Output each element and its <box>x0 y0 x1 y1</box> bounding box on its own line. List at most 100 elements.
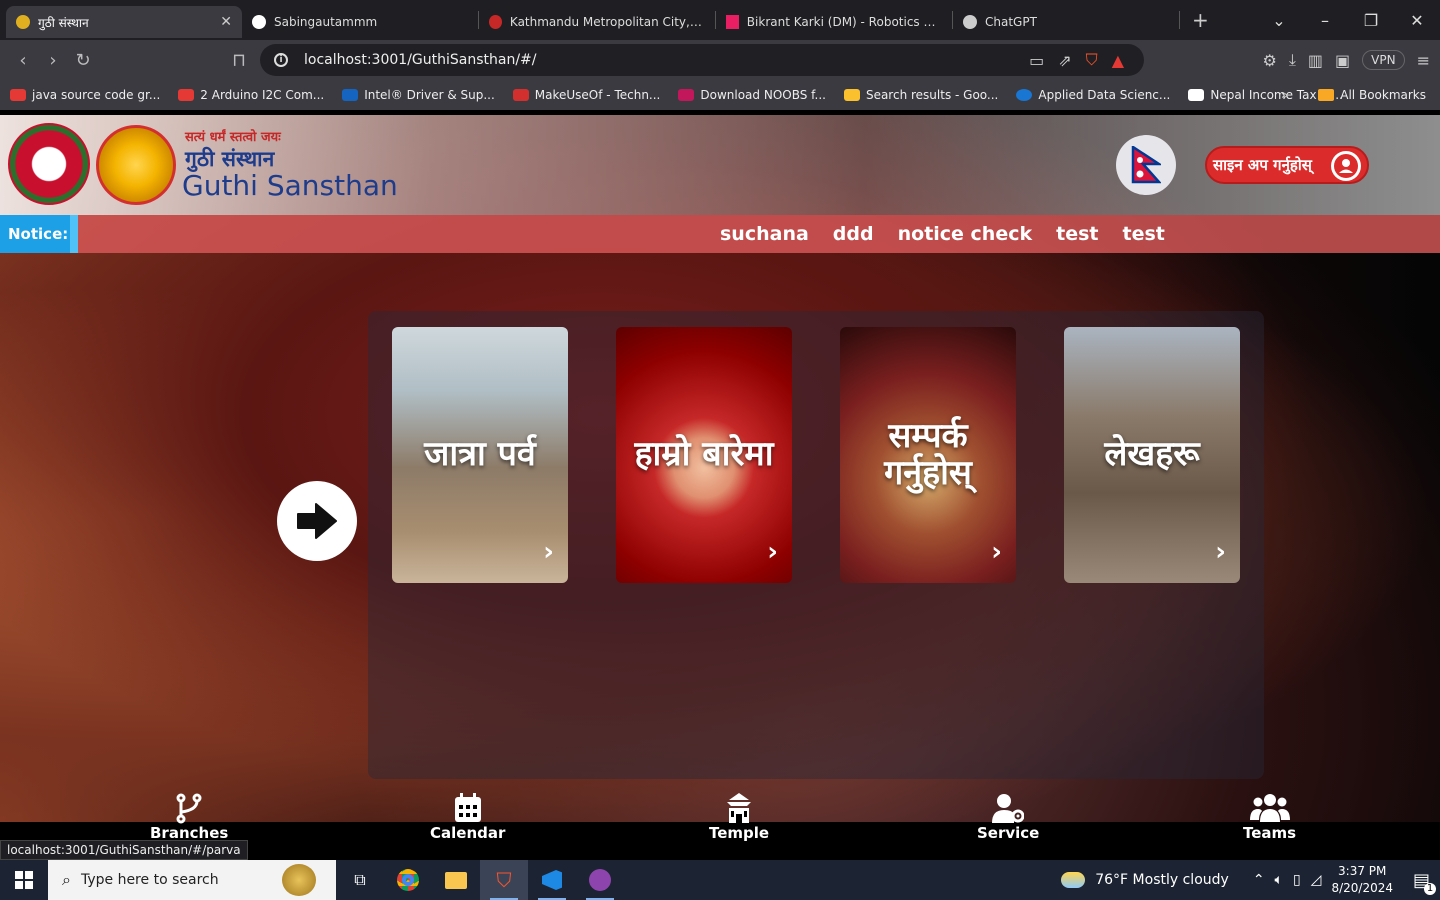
tab-github[interactable]: Sabingautammm <box>242 6 478 38</box>
all-bookmarks[interactable]: » All Bookmarks <box>1281 80 1426 110</box>
date-text: 8/20/2024 <box>1331 881 1393 895</box>
close-window-icon[interactable]: ✕ <box>1394 11 1440 30</box>
link-status-bubble: localhost:3001/GuthiSansthan/#/parva <box>0 840 248 860</box>
tab-slack[interactable]: Bikrant Karki (DM) - Robotics Acade <box>716 6 952 38</box>
extensions-icon[interactable]: ⚙ <box>1263 51 1277 70</box>
card-contact[interactable]: सम्पर्क गर्नुहोस् › <box>840 327 1016 583</box>
nav-label: Calendar <box>430 824 506 842</box>
chevron-up-icon[interactable]: ⌃ <box>1253 872 1265 888</box>
taskbar-search[interactable]: ⌕ Type here to search <box>48 860 336 900</box>
youtube-icon <box>10 89 26 101</box>
tab-guthi[interactable]: गुठी संस्थान ✕ <box>6 6 242 38</box>
notice-item[interactable]: ddd <box>833 223 874 245</box>
nav-label: Service <box>977 824 1040 842</box>
bookmark-item[interactable]: 2 Arduino I2C Com... <box>178 88 324 102</box>
vpn-button[interactable]: VPN <box>1362 50 1405 70</box>
brave-shield-icon[interactable]: ⛉ <box>1086 50 1098 70</box>
github-desktop-icon[interactable] <box>576 860 624 900</box>
notice-label: Notice: <box>0 215 78 253</box>
signup-button[interactable]: साइन अप गर्नुहोस् <box>1205 146 1369 184</box>
back-icon[interactable]: ‹ <box>8 50 38 71</box>
nav-calendar[interactable]: Calendar <box>430 792 505 842</box>
vscode-icon[interactable] <box>528 860 576 900</box>
nav-branches[interactable]: Branches <box>150 792 228 842</box>
menu-icon[interactable]: ≡ <box>1417 51 1430 70</box>
nav-temple[interactable]: Temple <box>709 792 769 842</box>
slack-icon <box>726 15 739 29</box>
next-arrow-button[interactable] <box>277 481 357 561</box>
notion-icon <box>1188 89 1205 101</box>
bookmark-item[interactable]: Applied Data Scienc... <box>1016 88 1170 102</box>
share-icon[interactable]: ⇗ <box>1058 51 1071 70</box>
bookmark-icon[interactable]: ⊓ <box>224 50 254 71</box>
more-bookmarks-icon[interactable]: » <box>1281 88 1288 102</box>
chrome-icon[interactable] <box>384 860 432 900</box>
url-field[interactable]: i localhost:3001/GuthiSansthan/#/ ▭ ⇗ ⛉ … <box>260 44 1144 76</box>
notification-icon[interactable]: ▤ 1 <box>1413 870 1436 895</box>
close-tab-icon[interactable]: ✕ <box>220 14 232 30</box>
chatgpt-icon <box>963 15 977 29</box>
nav-teams[interactable]: Teams <box>1243 792 1296 842</box>
notice-item[interactable]: test <box>1123 223 1165 245</box>
bookmark-label: Download NOOBS f... <box>700 88 826 102</box>
reload-icon[interactable]: ↻ <box>68 50 98 71</box>
card-about-us[interactable]: हाम्रो बारेमा › <box>616 327 792 583</box>
nav-service[interactable]: Service <box>977 792 1039 842</box>
cast-icon[interactable]: ▭ <box>1029 51 1044 70</box>
omnibox-icons: ▭ ⇗ ⛉ ▲ <box>1029 44 1124 76</box>
network-icon[interactable]: ◿ <box>1311 872 1322 888</box>
forward-icon[interactable]: › <box>38 50 68 71</box>
card-jatra-parva[interactable]: जात्रा पर्व › <box>392 327 568 583</box>
download-icon[interactable]: ⤓ <box>1289 50 1296 70</box>
restore-icon[interactable]: ❐ <box>1348 11 1394 30</box>
favicon-icon <box>16 15 30 29</box>
notification-count: 1 <box>1424 882 1436 895</box>
search-placeholder: Type here to search <box>80 872 219 888</box>
brave-rewards-icon[interactable]: ▲ <box>1112 51 1124 70</box>
notice-item[interactable]: test <box>1056 223 1098 245</box>
task-view-icon[interactable]: ⧉ <box>336 860 384 900</box>
bookmark-item[interactable]: MakeUseOf - Techn... <box>512 88 661 102</box>
notice-item[interactable]: notice check <box>898 223 1033 245</box>
nav-label: Temple <box>709 824 770 842</box>
new-tab-icon[interactable]: + <box>1192 8 1209 32</box>
start-button[interactable] <box>0 860 48 900</box>
motto: सत्यं धर्मं स्तत्वो जयः <box>185 130 281 145</box>
folder-icon <box>1318 89 1335 101</box>
web-page: सत्यं धर्मं स्तत्वो जयः गुठी संस्थान Gut… <box>0 115 1440 860</box>
clock[interactable]: 3:37 PM 8/20/2024 <box>1331 863 1393 897</box>
bookmark-item[interactable]: java source code gr... <box>10 88 160 102</box>
bookmark-label: java source code gr... <box>32 88 161 102</box>
coursera-icon <box>1016 89 1033 101</box>
sidebar-icon[interactable]: ▥ <box>1308 51 1323 70</box>
notice-ticker: suchana ddd notice check test test <box>720 215 1165 253</box>
card-articles[interactable]: लेखहरू › <box>1064 327 1240 583</box>
notice-item[interactable]: suchana <box>720 223 809 245</box>
brand-name-english: Guthi Sansthan <box>182 169 398 202</box>
card-title: हाम्रो बारेमा <box>634 434 774 475</box>
card-title: सम्पर्क गर्नुहोस् <box>884 415 972 493</box>
extension-icons: ⚙ ⤓ ▥ ▣ VPN ≡ <box>1263 40 1440 80</box>
tab-chatgpt[interactable]: ChatGPT <box>953 6 1179 38</box>
bookmark-item[interactable]: Intel® Driver & Sup... <box>342 88 495 102</box>
temple-icon <box>727 793 752 823</box>
nav-label: Teams <box>1243 824 1297 842</box>
guthi-logo <box>96 125 176 205</box>
wallet-icon[interactable]: ▣ <box>1335 51 1350 70</box>
search-icon: ⌕ <box>62 870 71 889</box>
file-explorer-icon[interactable] <box>432 860 480 900</box>
tab-kathmandu[interactable]: Kathmandu Metropolitan City, Offic <box>479 6 715 38</box>
bookmark-item[interactable]: Search results - Goo... <box>843 88 998 102</box>
user-gear-icon <box>992 794 1025 823</box>
language-toggle[interactable] <box>1116 135 1176 195</box>
brave-icon[interactable]: ⛉ <box>480 860 528 900</box>
bookmark-label: MakeUseOf - Techn... <box>534 88 661 102</box>
volume-icon[interactable]: 🔈︎ <box>1275 872 1283 888</box>
weather-text[interactable]: 76°F Mostly cloudy <box>1095 872 1229 888</box>
minimize-icon[interactable]: – <box>1302 11 1348 30</box>
tab-list-icon[interactable]: ⌄ <box>1256 11 1302 30</box>
bookmark-item[interactable]: Download NOOBS f... <box>678 88 826 102</box>
site-info-icon[interactable]: i <box>274 53 288 67</box>
kmc-icon <box>489 15 502 29</box>
battery-icon[interactable]: ▯ <box>1293 872 1301 888</box>
